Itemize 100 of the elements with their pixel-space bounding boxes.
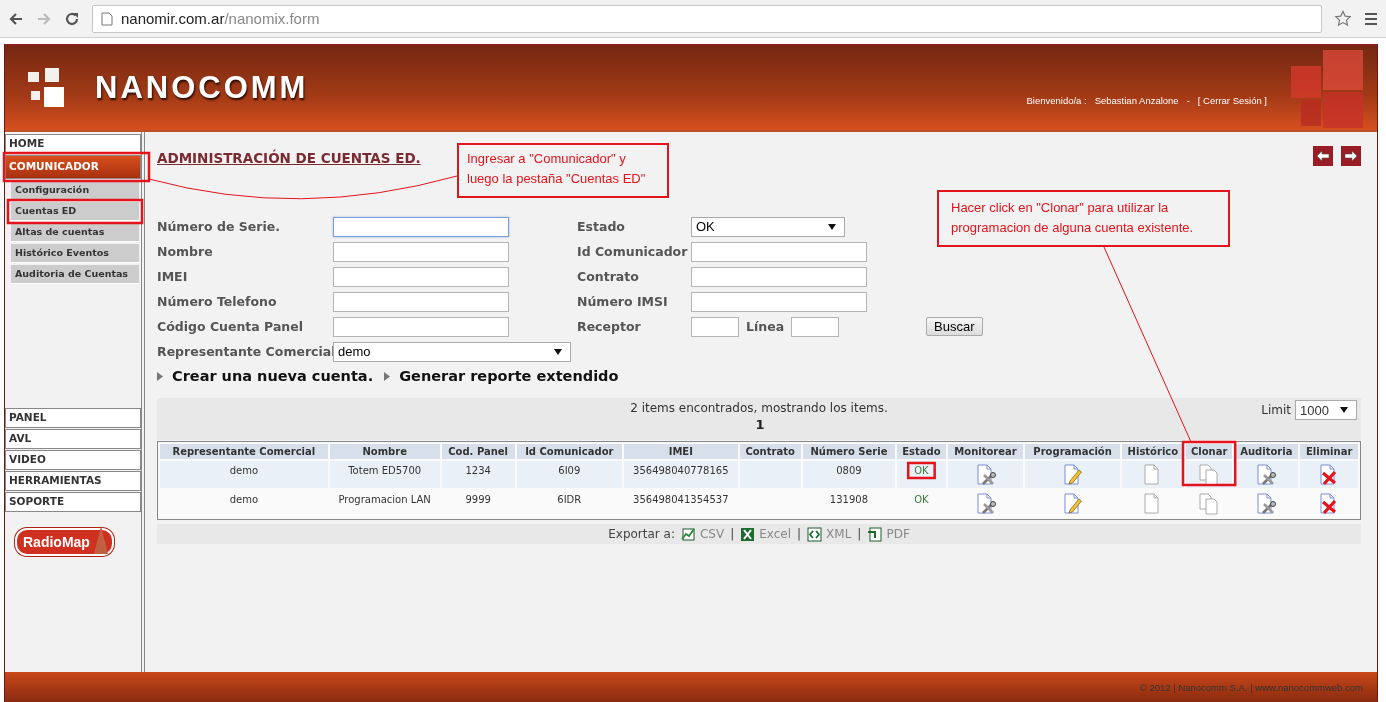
- field-label: Número IMSI: [577, 293, 669, 311]
- document-pencil-icon[interactable]: [1061, 464, 1084, 486]
- bullet-icon: [157, 371, 163, 381]
- column-header: Nombre: [329, 444, 440, 459]
- column-header: Número Serie: [802, 444, 896, 459]
- welcome-text: Bienvenido/a :: [1026, 94, 1087, 106]
- field-label: Contrato: [577, 268, 640, 286]
- table-cell: 356498040778165: [624, 461, 738, 488]
- column-header: Id Comunicador: [516, 444, 622, 459]
- logout-link[interactable]: [ Cerrar Sesión ]: [1197, 94, 1267, 106]
- menu-item[interactable]: HERRAMIENTAS: [5, 471, 141, 491]
- action-link[interactable]: Generar reporte extendido: [399, 368, 619, 384]
- callout-note: Ingresar a "Comunicador" y luego la pestaña "Cuentas ED": [457, 143, 669, 198]
- input-field[interactable]: [333, 291, 509, 312]
- table-cell: 6I09: [516, 461, 622, 488]
- radiomap-logo[interactable]: RadioMap: [15, 528, 114, 556]
- document-tools-icon[interactable]: [974, 493, 997, 515]
- copy-icon[interactable]: [1198, 464, 1221, 486]
- field-label: Representante Comercial: [157, 343, 333, 361]
- caret-icon: [554, 348, 562, 355]
- separator: |: [797, 527, 802, 541]
- input-field[interactable]: [791, 316, 840, 337]
- callout-note: Hacer click en "Clonar" para utilizar la programacion de alguna cuenta existente.: [937, 190, 1230, 247]
- field-label: Número de Serie.: [157, 218, 281, 236]
- input-field[interactable]: [333, 241, 509, 262]
- page-number[interactable]: 1: [755, 417, 765, 432]
- forward-icon[interactable]: [36, 10, 52, 27]
- spreadsheet-icon: [740, 526, 756, 542]
- dropdown[interactable]: OK: [691, 216, 845, 237]
- column-header: Estado: [897, 444, 946, 459]
- search-button[interactable]: Buscar: [926, 317, 983, 336]
- document-tools-icon[interactable]: [974, 464, 997, 486]
- input-field[interactable]: [691, 316, 739, 337]
- table-cell: 0809: [802, 461, 896, 488]
- input-field[interactable]: [333, 316, 509, 337]
- forward-arrow-button[interactable]: [1341, 146, 1361, 166]
- footer-text: © 2012 | Nanocomm S.A. | www.nanocommweb.com: [5, 672, 1377, 702]
- star-icon[interactable]: [1334, 9, 1352, 28]
- submenu-item[interactable]: Auditoria de Cuentas: [11, 265, 139, 284]
- column-header: Programación: [1025, 444, 1120, 459]
- export-label: Exportar a:: [608, 527, 675, 541]
- results-summary: 2 items encontrados, mostrando los items.: [630, 401, 888, 415]
- document-tools-icon[interactable]: [1255, 493, 1278, 515]
- table-cell: demo: [160, 461, 328, 488]
- input-field[interactable]: [691, 241, 867, 262]
- field-label: IMEI: [157, 268, 189, 286]
- table-cell: 1234: [441, 461, 515, 488]
- status-text: OK: [913, 494, 930, 505]
- column-header: Eliminar: [1300, 444, 1358, 459]
- brand-name: NANOCOMM: [95, 70, 309, 106]
- chart-icon: [681, 526, 696, 542]
- submenu-item[interactable]: Cuentas ED: [11, 202, 139, 221]
- document-pencil-icon[interactable]: [1061, 493, 1084, 515]
- dropdown[interactable]: 1000: [1295, 400, 1357, 420]
- page-title: ADMINISTRACIÓN DE CUENTAS ED.: [157, 150, 421, 166]
- column-header: Auditoria: [1234, 444, 1299, 459]
- reload-icon[interactable]: [64, 10, 80, 27]
- document-tools-icon[interactable]: [1255, 464, 1278, 486]
- field-label: Línea: [746, 318, 785, 336]
- input-field[interactable]: [691, 291, 867, 312]
- limit-label: Limit: [1261, 403, 1291, 417]
- column-header: IMEI: [624, 444, 738, 459]
- menu-item[interactable]: PANEL: [5, 408, 141, 428]
- back-arrow-button[interactable]: [1313, 146, 1333, 166]
- menu-item[interactable]: AVL: [5, 429, 141, 449]
- separator: |: [857, 527, 862, 541]
- submenu-item[interactable]: Histórico Eventos: [11, 244, 139, 263]
- column-header: Histórico: [1121, 444, 1184, 459]
- field-label: Estado: [577, 218, 626, 236]
- column-header: Contrato: [739, 444, 801, 459]
- menu-item[interactable]: COMUNICADOR: [5, 155, 141, 179]
- input-field[interactable]: [333, 266, 509, 287]
- field-label: Receptor: [577, 318, 642, 336]
- column-header: Monitorear: [947, 444, 1024, 459]
- action-link[interactable]: Crear una nueva cuenta.: [172, 368, 374, 384]
- field-label: Id Comunicador: [577, 243, 689, 261]
- separator: -: [1186, 94, 1190, 106]
- table-cell: Totem ED5700: [329, 461, 440, 488]
- code-icon: [807, 526, 823, 542]
- input-field[interactable]: [691, 266, 867, 287]
- bullet-icon: [384, 371, 391, 381]
- column-header: Clonar: [1186, 444, 1233, 459]
- menu-item[interactable]: HOME: [5, 134, 141, 154]
- input-field[interactable]: [333, 216, 509, 237]
- field-label: Nombre: [157, 243, 214, 261]
- dropdown[interactable]: demo: [333, 341, 571, 362]
- menu-item[interactable]: SOPORTE: [5, 492, 141, 512]
- field-label: Código Cuenta Panel: [157, 318, 304, 336]
- separator: |: [730, 527, 735, 541]
- caret-icon: [1340, 407, 1348, 413]
- url-text: nanomir.com.ar/nanomix.form: [121, 10, 320, 27]
- user-name: Sebastian Anzalone: [1094, 94, 1179, 106]
- status-text: OK: [913, 465, 930, 476]
- page-icon: [101, 11, 113, 26]
- column-header: Representante Comercial: [160, 444, 328, 459]
- menu-icon[interactable]: [1364, 11, 1378, 26]
- back-icon[interactable]: [8, 10, 24, 27]
- column-header: Cod. Panel: [441, 444, 515, 459]
- address-bar[interactable]: nanomir.com.ar/nanomix.form: [92, 4, 1322, 33]
- menu-item[interactable]: VIDEO: [5, 450, 141, 470]
